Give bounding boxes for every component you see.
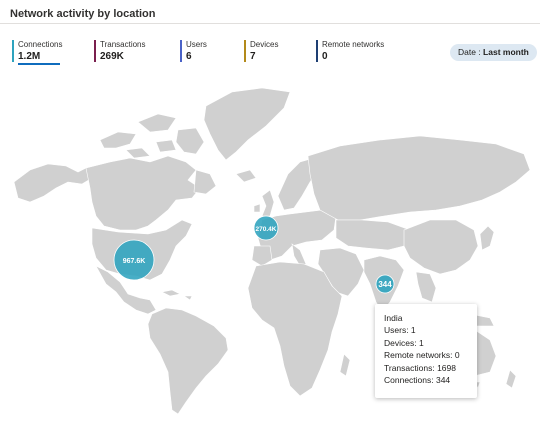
metric-value: 7 xyxy=(250,51,256,62)
land-central-asia xyxy=(335,219,411,251)
title-divider xyxy=(0,23,540,24)
metric-color-bar xyxy=(94,40,96,62)
tooltip-transactions: Transactions: 1698 xyxy=(384,362,456,373)
land-russia xyxy=(307,135,531,221)
metric-color-bar xyxy=(12,40,14,62)
tooltip-devices: Devices: 1 xyxy=(384,337,424,348)
selected-metric-underline xyxy=(18,63,60,65)
tooltip-remote-networks: Remote networks: 0 xyxy=(384,350,460,361)
land-caribbean xyxy=(161,289,193,301)
metric-transactions[interactable]: Transactions 269K xyxy=(94,40,162,63)
bubble-label-india: 344 xyxy=(378,280,392,289)
metric-value: 269K xyxy=(100,51,124,62)
metric-color-bar xyxy=(180,40,182,62)
land-arctic-islands xyxy=(99,113,177,159)
date-filter-value: Last month xyxy=(483,47,529,57)
metric-label: Remote networks xyxy=(322,40,385,49)
tooltip-users: Users: 1 xyxy=(384,325,416,336)
metric-remote-networks[interactable]: Remote networks 0 xyxy=(316,40,400,63)
bubble-label-united-states: 967.6K xyxy=(123,258,146,265)
metric-users[interactable]: Users 6 xyxy=(180,40,226,63)
metric-color-bar xyxy=(244,40,246,62)
metric-connections[interactable]: Connections 1.2M xyxy=(12,40,76,65)
land-baffin xyxy=(175,127,205,155)
metric-label: Transactions xyxy=(100,40,146,49)
metric-value: 0 xyxy=(322,51,328,62)
land-uk xyxy=(253,189,275,217)
land-southeast-asia xyxy=(415,271,437,303)
metric-value: 1.2M xyxy=(18,51,41,62)
tooltip-connections: Connections: 344 xyxy=(384,375,451,386)
metric-label: Connections xyxy=(18,40,63,49)
land-iberia xyxy=(251,245,273,267)
land-new-zealand xyxy=(505,369,517,389)
date-filter-button[interactable]: Date : Last month xyxy=(450,44,537,61)
metric-label: Users xyxy=(186,40,207,49)
land-madagascar xyxy=(339,353,351,377)
land-greenland xyxy=(203,87,291,161)
map-tooltip: India Users: 1 Devices: 1 Remote network… xyxy=(375,304,477,398)
land-labrador xyxy=(193,169,217,195)
metric-color-bar xyxy=(316,40,318,62)
land-italy xyxy=(291,243,307,267)
land-africa xyxy=(247,261,343,397)
metric-label: Devices xyxy=(250,40,279,49)
land-canada xyxy=(85,155,201,231)
tooltip-title: India xyxy=(384,313,403,323)
date-filter-label: Date : xyxy=(458,47,484,57)
land-china xyxy=(403,219,479,275)
bubble-label-europe: 270.4K xyxy=(256,226,277,233)
metric-devices[interactable]: Devices 7 xyxy=(244,40,298,63)
metric-value: 6 xyxy=(186,51,192,62)
card-title: Network activity by location xyxy=(10,8,156,20)
land-iceland xyxy=(235,169,257,183)
land-south-america xyxy=(147,307,229,415)
metrics-bar: Connections 1.2M Transactions 269K Users… xyxy=(12,40,418,65)
land-alaska xyxy=(13,163,93,203)
land-japan xyxy=(479,225,495,251)
